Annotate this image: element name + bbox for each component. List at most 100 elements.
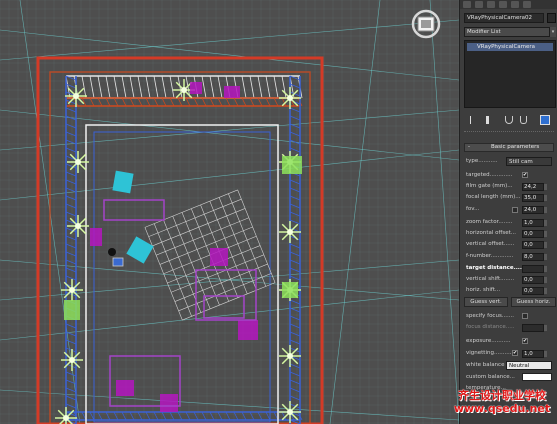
utilities-tab-icon[interactable] [523, 1, 531, 8]
truss-top [273, 75, 279, 99]
white-balance-dropdown[interactable]: Neutral [506, 361, 552, 370]
display-tab-icon[interactable] [511, 1, 519, 8]
truss-left [65, 235, 77, 241]
focal-length-spinner[interactable]: 35,0 [522, 194, 547, 202]
truss-top [265, 75, 271, 99]
zoom-factor-label: zoom factor........ [466, 219, 513, 225]
modifier-stack[interactable]: VRayPhysicalCamera [464, 40, 556, 108]
remove-modifier-icon[interactable] [520, 116, 527, 124]
truss-top [257, 75, 263, 99]
white-balance-label: white balance [466, 362, 505, 368]
show-end-result-icon[interactable] [486, 116, 489, 124]
horizontal-offset-spinner[interactable]: 0,0 [522, 230, 547, 238]
chevron-down-icon[interactable]: ▾ [550, 27, 556, 37]
hierarchy-tab-icon[interactable] [487, 1, 495, 8]
exposure-label: exposure........... [466, 338, 511, 344]
truss-left [65, 243, 77, 249]
film-gate-spinner[interactable]: 24,2 [522, 183, 547, 191]
create-tab-icon[interactable] [463, 1, 471, 8]
scene-wireframe[interactable] [0, 0, 459, 424]
fov-checkbox[interactable] [512, 207, 518, 213]
truss-right [289, 251, 301, 257]
guess-horiz-button[interactable]: Guess horiz. [511, 297, 556, 307]
magenta-fixture [160, 394, 178, 412]
vertical-shift-spinner[interactable]: 0,0 [522, 276, 547, 284]
vertical-shift-label: vertical shift........ [466, 276, 515, 282]
truss-right [289, 395, 301, 401]
vignetting-spinner[interactable]: 1,0 [522, 350, 547, 358]
truss-left [65, 387, 77, 393]
fov-spinner[interactable]: 24,0 [522, 206, 547, 214]
truss-left [65, 323, 77, 329]
basic-parameters-rollout[interactable]: - Basic parameters [464, 143, 554, 152]
target-distance-spinner[interactable] [522, 265, 547, 273]
watermark-line-1: 齐生设计职业学校 [458, 389, 546, 402]
custom-balance-swatch[interactable] [522, 373, 552, 381]
magenta-fixture [90, 228, 102, 246]
vertical-offset-spinner[interactable]: 0,0 [522, 241, 547, 249]
truss-top [145, 75, 151, 99]
perspective-viewport[interactable] [0, 0, 459, 424]
make-unique-icon[interactable] [505, 116, 513, 124]
green-fixture [64, 300, 80, 320]
modifier-list-dropdown[interactable]: Modifier List [464, 27, 550, 37]
truss-bottom [257, 411, 263, 421]
focus-distance-spinner[interactable] [522, 324, 547, 332]
fov-label: fov... [466, 206, 480, 212]
type-label: type........... [466, 158, 498, 164]
zoom-factor-spinner[interactable]: 1,0 [522, 219, 547, 227]
truss-top [113, 75, 119, 99]
truss-top [169, 75, 175, 99]
truss-bottom [169, 411, 175, 421]
guess-vert-button[interactable]: Guess vert. [464, 297, 508, 307]
truss-top [137, 75, 143, 99]
vignetting-label: vignetting............. [466, 350, 517, 356]
viewcube-icon[interactable] [409, 9, 443, 39]
specify-focus-checkbox[interactable] [522, 313, 528, 319]
truss-right [289, 243, 301, 249]
horizontal-shift-spinner[interactable]: 0,0 [522, 287, 547, 295]
truss-left [65, 139, 77, 145]
truss-right [289, 331, 301, 337]
truss-top [241, 75, 247, 99]
targeted-checkbox[interactable]: ✔ [522, 172, 528, 178]
specify-focus-label: specify focus....... [466, 313, 515, 319]
object-color-swatch[interactable] [547, 13, 556, 23]
truss-top [121, 75, 127, 99]
truss-right [289, 219, 301, 225]
truss-left [65, 403, 77, 409]
truss-right [289, 203, 301, 209]
targeted-label: targeted............. [466, 172, 513, 178]
camera-icon [112, 257, 124, 267]
truss-top [217, 75, 223, 99]
truss-left [65, 179, 77, 185]
modifier-stack-item[interactable]: VRayPhysicalCamera [467, 43, 553, 51]
configure-modifier-sets-icon[interactable] [540, 115, 550, 125]
f-number-spinner[interactable]: 8,0 [522, 253, 547, 261]
light-icon [75, 223, 81, 229]
truss-right [289, 363, 301, 369]
truss-bottom [153, 411, 159, 421]
truss-left [65, 187, 77, 193]
vignetting-checkbox[interactable]: ✔ [512, 350, 518, 356]
camera-type-dropdown[interactable]: Still cam [506, 157, 552, 166]
truss-left [65, 379, 77, 385]
truss-right [289, 379, 301, 385]
truss-top [209, 75, 215, 99]
object-name-field[interactable]: VRayPhysicalCamera02 [464, 13, 544, 23]
truss-right [289, 299, 301, 305]
truss-top [97, 75, 103, 99]
truss-bottom [193, 411, 199, 421]
pin-stack-icon[interactable] [470, 116, 476, 124]
magenta-fixture [116, 380, 134, 396]
light-icon [73, 93, 79, 99]
truss-right [289, 147, 301, 153]
truss-right [289, 387, 301, 393]
exposure-checkbox[interactable]: ✔ [522, 338, 528, 344]
motion-tab-icon[interactable] [499, 1, 507, 8]
modify-tab-icon[interactable] [475, 1, 483, 8]
truss-bottom [137, 411, 143, 421]
truss-left [65, 347, 77, 353]
perspective-line [429, 0, 459, 424]
focal-length-label: focal length (mm)... [466, 194, 521, 200]
